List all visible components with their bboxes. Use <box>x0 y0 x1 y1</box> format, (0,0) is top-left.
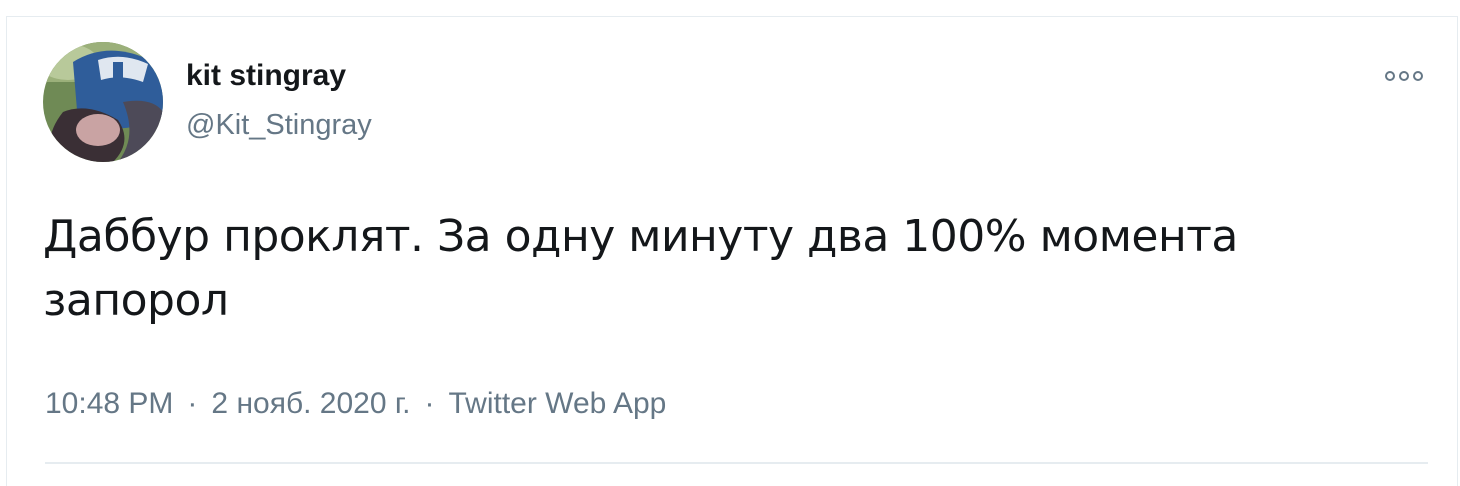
more-options-icon <box>1385 71 1423 81</box>
display-name[interactable]: kit stingray <box>186 56 346 96</box>
avatar[interactable] <box>43 42 163 162</box>
tweet-text: Даббур проклят. За одну минуту два 100% … <box>43 211 1238 326</box>
separator-dot: · <box>424 387 435 420</box>
user-handle[interactable]: @Kit_Stingray <box>186 106 372 144</box>
profile-photo-avatar-icon <box>43 42 163 162</box>
more-options-button[interactable] <box>1380 62 1428 90</box>
tweet-metadata: 10:48 PM · 2 нояб. 2020 г. · Twitter Web App <box>45 384 666 424</box>
tweet-source-link[interactable]: Twitter Web App <box>448 387 666 420</box>
divider <box>45 462 1428 464</box>
separator-dot: · <box>187 387 198 420</box>
tweet-date: 2 нояб. 2020 г. <box>211 387 411 420</box>
tweet-timestamp[interactable]: 10:48 PM · 2 нояб. 2020 г. <box>45 387 410 420</box>
tweet-time: 10:48 PM <box>45 387 174 420</box>
